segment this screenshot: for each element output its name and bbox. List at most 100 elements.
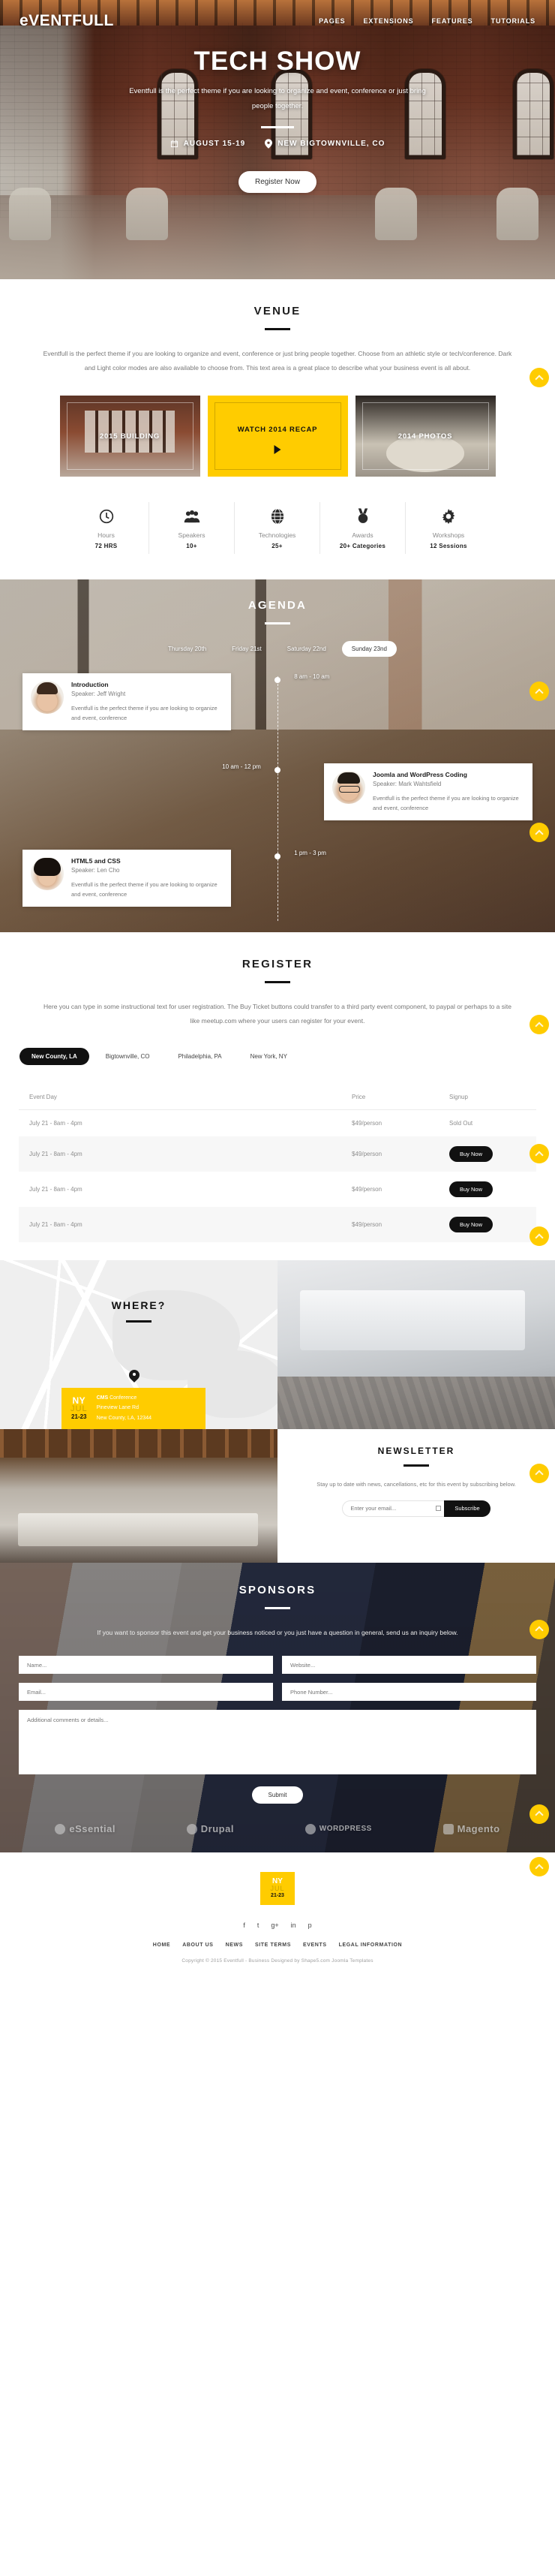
chevron-up-icon <box>535 1810 544 1819</box>
facebook-icon[interactable]: f <box>243 1921 245 1929</box>
cell-event-day: July 21 - 8am - 4pm <box>29 1185 82 1193</box>
col-price: Price <box>341 1087 439 1110</box>
city-tab-philadelphia[interactable]: Philadelphia, PA <box>166 1048 233 1065</box>
agenda-card[interactable]: Joomla and WordPress Coding Speaker: Mar… <box>324 763 532 821</box>
sponsor-logo-magento[interactable]: Magento <box>442 1823 500 1834</box>
comments-field[interactable] <box>19 1710 536 1775</box>
hero-divider <box>261 125 294 128</box>
pinterest-icon[interactable]: p <box>308 1921 312 1929</box>
sponsor-logo-essential[interactable]: eSsential <box>55 1823 116 1834</box>
scroll-to-top-button-10[interactable] <box>530 1857 549 1877</box>
website-field[interactable] <box>282 1656 536 1675</box>
scroll-to-top-button-4[interactable] <box>530 1015 549 1035</box>
agenda-card-body: Introduction Speaker: Jeff Wright Eventf… <box>71 681 223 723</box>
name-field[interactable] <box>19 1656 273 1675</box>
site-logo[interactable]: eVENTFULL <box>20 12 114 30</box>
newsletter-panel: NEWSLETTER Stay up to date with news, ca… <box>278 1428 555 1563</box>
footer-link-events[interactable]: EVENTS <box>303 1943 327 1948</box>
chevron-up-icon <box>535 1151 544 1160</box>
buy-now-button[interactable]: Buy Now <box>449 1216 494 1232</box>
register-table: Event Day Price Signup July 21 - 8am - 4… <box>19 1087 536 1242</box>
scroll-to-top-button-5[interactable] <box>530 1144 549 1164</box>
register-divider <box>265 981 290 984</box>
venue-card-photos[interactable]: 2014 PHOTOS <box>355 396 496 477</box>
newsletter-email-input[interactable] <box>342 1500 433 1517</box>
speaker-avatar <box>31 681 64 715</box>
agenda-title: AGENDA <box>248 599 308 612</box>
badge-days: 21-23 <box>71 1413 87 1421</box>
site-footer: NY JUL 21-23 f t g+ in p HOME ABOUT US N… <box>0 1852 555 1978</box>
table-row: July 21 - 8am - 4pm $49/person Buy Now <box>19 1206 536 1242</box>
footer-link-legal[interactable]: LEGAL INFORMATION <box>339 1943 403 1948</box>
agenda-day-tab-sunday[interactable]: Sunday 23nd <box>341 641 397 658</box>
sponsor-logo-drupal[interactable]: Drupal <box>186 1823 234 1834</box>
event-address-lines: CMS Conference Pineview Lane Rd New Coun… <box>97 1393 152 1424</box>
timeline-dot <box>274 677 280 684</box>
phone-field[interactable] <box>282 1683 536 1702</box>
essential-mark-icon <box>55 1823 66 1834</box>
footer-link-site-terms[interactable]: SITE TERMS <box>255 1943 291 1948</box>
buy-now-button[interactable]: Buy Now <box>449 1181 494 1197</box>
scroll-to-top-button-1[interactable] <box>530 368 549 387</box>
nav-link-pages[interactable]: PAGES <box>319 17 345 25</box>
sponsors-description: If you want to sponsor this event and ge… <box>97 1628 458 1636</box>
venue-card-building[interactable]: 2015 BUILDING <box>59 396 200 477</box>
cell-price: $49/person <box>352 1185 382 1193</box>
venue-cards: 2015 BUILDING WATCH 2014 RECAP 2014 PHOT… <box>0 396 555 477</box>
sponsor-logo-wordpress[interactable]: WORDPRESS <box>304 1823 372 1834</box>
googleplus-icon[interactable]: g+ <box>271 1921 278 1929</box>
table-row: July 21 - 8am - 4pm $49/person Buy Now <box>19 1172 536 1207</box>
newsletter-description: Stay up to date with news, cancellations… <box>316 1480 516 1488</box>
map-pin-icon <box>129 1370 140 1383</box>
scroll-to-top-button-7[interactable] <box>530 1463 549 1483</box>
scroll-to-top-button-8[interactable] <box>530 1619 549 1639</box>
agenda-day-tab-friday[interactable]: Friday 21st <box>222 641 272 657</box>
linkedin-icon[interactable]: in <box>291 1921 296 1929</box>
sponsors-divider <box>265 1606 290 1609</box>
agenda-day-tab-thursday[interactable]: Thursday 20th <box>158 641 216 657</box>
footer-social-links: f t g+ in p <box>0 1921 555 1929</box>
calendar-icon <box>170 140 178 147</box>
email-field[interactable] <box>19 1683 273 1702</box>
footer-link-home[interactable]: HOME <box>153 1943 170 1948</box>
agenda-card[interactable]: HTML5 and CSS Speaker: Len Cho Eventfull… <box>22 850 231 907</box>
city-tab-new-york[interactable]: New York, NY <box>238 1048 299 1065</box>
hero-section: eVENTFULL PAGES EXTENSIONS FEATURES TUTO… <box>0 0 555 279</box>
buy-now-button[interactable]: Buy Now <box>449 1145 494 1162</box>
cell-price: $49/person <box>352 1119 382 1127</box>
scroll-to-top-button-6[interactable] <box>530 1226 549 1247</box>
nav-link-tutorials[interactable]: TUTORIALS <box>491 17 536 25</box>
scroll-to-top-button-9[interactable] <box>530 1804 549 1824</box>
subscribe-button[interactable]: Subscribe <box>444 1500 490 1517</box>
agenda-divider <box>265 622 290 625</box>
city-tab-bigtownville[interactable]: Bigtownville, CO <box>94 1048 162 1065</box>
city-tab-new-county[interactable]: New County, LA <box>20 1047 89 1065</box>
magento-mark-icon <box>442 1823 454 1834</box>
submit-button[interactable]: Submit <box>251 1786 304 1804</box>
nav-link-extensions[interactable]: EXTENSIONS <box>364 17 414 25</box>
cell-signup: Buy Now <box>439 1136 536 1172</box>
twitter-icon[interactable]: t <box>257 1921 260 1929</box>
venue-card-video[interactable]: WATCH 2014 RECAP <box>207 396 348 477</box>
speaker-avatar <box>31 857 64 891</box>
agenda-card[interactable]: Introduction Speaker: Jeff Wright Eventf… <box>22 673 231 731</box>
agenda-content: AGENDA Thursday 20th Friday 21st Saturda… <box>0 579 555 922</box>
event-address-card: NY JUL 21-23 CMS Conference Pineview Lan… <box>62 1387 206 1429</box>
table-header-row: Event Day Price Signup <box>19 1087 536 1110</box>
footer-link-news[interactable]: NEWS <box>226 1943 243 1948</box>
register-now-button[interactable]: Register Now <box>238 170 317 193</box>
table-body: July 21 - 8am - 4pm $49/person Sold Out … <box>19 1109 536 1242</box>
people-icon <box>149 507 234 526</box>
address-line-2: New County, LA, 12344 <box>96 1416 152 1422</box>
where-heading-block: WHERE? <box>0 1299 278 1323</box>
newsletter-form: Subscribe <box>278 1500 555 1517</box>
agenda-day-tab-saturday[interactable]: Saturday 22nd <box>278 641 336 657</box>
play-icon[interactable] <box>274 445 281 455</box>
map-pane[interactable]: WHERE? NY JUL 21-23 CMS Conference Pinev… <box>0 1259 278 1429</box>
stat-label: Hours <box>98 531 115 540</box>
nav-link-features[interactable]: FEATURES <box>432 17 473 25</box>
register-city-tabs: New County, LA Bigtownville, CO Philadel… <box>20 1047 555 1065</box>
footer-link-about-us[interactable]: ABOUT US <box>182 1943 213 1948</box>
stats-row: Hours 72 HRS Speakers 10+ Technologies 2… <box>0 502 555 555</box>
event-name-bold: CMS <box>96 1395 109 1401</box>
